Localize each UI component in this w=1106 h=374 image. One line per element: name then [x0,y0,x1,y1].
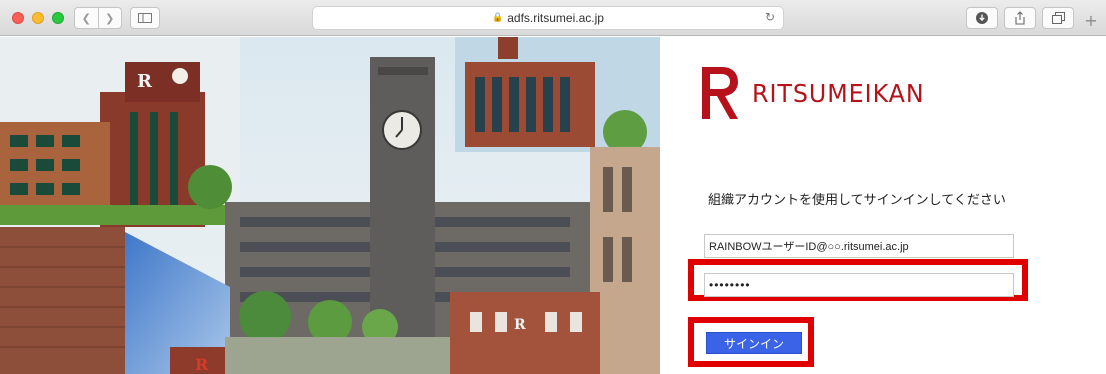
tabs-overview-button[interactable] [1042,7,1074,29]
share-button[interactable] [1004,7,1036,29]
svg-text:R: R [514,317,526,333]
password-field[interactable]: •••••••• [704,273,1014,297]
sidebar-toggle-button[interactable] [130,7,160,29]
tabs-icon [1051,12,1065,24]
reload-icon[interactable]: ↻ [765,10,775,24]
svg-text:R: R [195,355,209,374]
sidebar-icon [138,13,152,23]
campus-illustration: R R R [0,37,660,374]
download-icon [976,12,988,24]
svg-text:R: R [137,71,153,92]
minimize-window-button[interactable] [32,12,44,24]
browser-toolbar: ❮ ❯ 🔒 adfs.ritsumei.ac.jp ↻ + [0,0,1106,36]
forward-arrow-icon[interactable]: ❯ [97,8,122,28]
back-arrow-icon[interactable]: ❮ [75,8,98,28]
email-field[interactable]: RAINBOWユーザーID@○○.ritsumei.ac.jp [704,234,1014,258]
downloads-button[interactable] [966,7,998,29]
zoom-window-button[interactable] [52,12,64,24]
url-text: adfs.ritsumei.ac.jp [507,11,604,25]
signin-button[interactable]: サインイン [706,332,802,354]
navigation-buttons: ❮ ❯ [74,7,122,29]
close-window-button[interactable] [12,12,24,24]
address-bar[interactable]: 🔒 adfs.ritsumei.ac.jp ↻ [312,6,784,30]
login-panel: RITSUMEIKAN 組織アカウントを使用してサインインしてください RAIN… [660,37,1106,374]
share-icon [1015,11,1025,25]
campus-photo-collage: R R R [0,37,660,374]
lock-icon: 🔒 [492,13,504,23]
signin-instruction: 組織アカウントを使用してサインインしてください [708,192,1006,207]
ritsumeikan-r-logo-icon [702,67,738,119]
new-tab-icon[interactable]: + [1080,10,1102,32]
ritsumeikan-logo-text: RITSUMEIKAN [752,79,925,108]
